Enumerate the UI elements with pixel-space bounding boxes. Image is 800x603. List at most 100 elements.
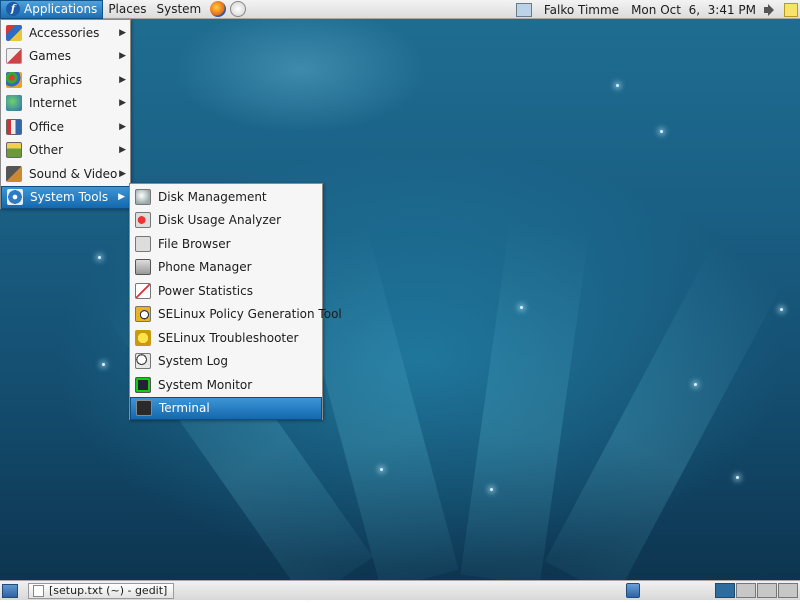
bottom-panel: [setup.txt (~) - gedit] — [0, 580, 800, 600]
menu-item-system-log[interactable]: System Log — [130, 350, 322, 374]
menu-item-label: System Monitor — [158, 377, 253, 392]
show-desktop-icon[interactable] — [2, 583, 18, 598]
menu-item-label: Power Statistics — [158, 283, 253, 298]
internet-icon — [6, 95, 22, 112]
graphics-icon — [6, 71, 22, 88]
menu-item-label: SELinux Policy Generation Tool — [158, 307, 342, 322]
applications-menu: Accessories ▶ Games ▶ Graphics ▶ Interne… — [0, 19, 131, 209]
workspace-1[interactable] — [715, 583, 735, 598]
menu-item-graphics[interactable]: Graphics ▶ — [1, 68, 130, 92]
star-sparkle — [98, 256, 101, 259]
menu-item-label: Other — [29, 143, 64, 158]
menu-item-label: Disk Usage Analyzer — [158, 213, 282, 228]
top-panel: f Applications Places System Falko Timme… — [0, 0, 800, 19]
system-monitor-icon — [135, 376, 151, 393]
power-statistics-icon — [135, 282, 151, 299]
submenu-arrow-icon: ▶ — [119, 27, 126, 38]
file-browser-icon — [135, 235, 151, 252]
star-sparkle — [694, 383, 697, 386]
applications-menu-button[interactable]: f Applications — [0, 0, 104, 19]
user-switcher[interactable]: Falko Timme — [538, 3, 625, 17]
menu-item-games[interactable]: Games ▶ — [1, 45, 130, 69]
submenu-arrow-icon: ▶ — [119, 98, 126, 109]
other-icon — [6, 142, 22, 159]
submenu-arrow-icon: ▶ — [119, 121, 126, 132]
menu-item-label: SELinux Troubleshooter — [158, 330, 299, 345]
terminal-icon — [136, 400, 152, 417]
workspace-3[interactable] — [757, 583, 777, 598]
mail-icon[interactable] — [230, 1, 247, 17]
selinux-troubleshooter-icon — [135, 329, 151, 346]
star-sparkle — [660, 130, 663, 133]
places-menu-label: Places — [108, 2, 147, 16]
menu-item-terminal[interactable]: Terminal — [130, 396, 322, 420]
volume-icon[interactable] — [764, 3, 778, 16]
system-tools-icon — [7, 189, 23, 206]
disk-usage-icon — [135, 212, 151, 229]
star-sparkle — [616, 84, 619, 87]
star-sparkle — [520, 306, 523, 309]
trash-icon[interactable] — [626, 583, 640, 598]
workspace-4[interactable] — [778, 583, 798, 598]
menu-item-internet[interactable]: Internet ▶ — [1, 92, 130, 116]
menu-item-label: System Tools — [30, 190, 109, 205]
menu-item-label: Terminal — [159, 401, 210, 416]
system-tools-submenu: Disk Management Disk Usage Analyzer File… — [129, 183, 342, 420]
notes-icon[interactable] — [784, 2, 798, 17]
submenu-arrow-icon: ▶ — [119, 74, 126, 85]
fedora-logo-icon: f — [6, 2, 20, 16]
taskbar-window-label: [setup.txt (~) - gedit] — [49, 584, 168, 597]
submenu-arrow-icon: ▶ — [119, 145, 126, 156]
menu-item-system-tools[interactable]: System Tools ▶ — [1, 185, 130, 209]
menu-item-label: Office — [29, 119, 65, 134]
system-log-icon — [135, 353, 151, 370]
menu-item-selinux-policy-generation-tool[interactable]: SELinux Policy Generation Tool — [130, 303, 342, 327]
network-icon[interactable] — [515, 2, 532, 17]
menu-item-office[interactable]: Office ▶ — [1, 115, 130, 139]
menu-item-label: Graphics — [29, 72, 82, 87]
menu-item-selinux-troubleshooter[interactable]: SELinux Troubleshooter — [130, 326, 322, 350]
menu-item-sound-video[interactable]: Sound & Video ▶ — [1, 162, 130, 186]
star-sparkle — [102, 363, 105, 366]
menu-item-file-browser[interactable]: File Browser — [130, 232, 322, 256]
submenu-arrow-icon: ▶ — [118, 192, 125, 203]
menu-item-label: System Log — [158, 354, 228, 369]
firefox-icon[interactable] — [210, 1, 227, 17]
phone-icon — [135, 259, 151, 276]
submenu-arrow-icon: ▶ — [119, 51, 126, 62]
submenu-arrow-icon: ▶ — [119, 168, 126, 179]
panel-status-area: Falko Timme Mon Oct 6, 3:41 PM — [515, 0, 800, 19]
menu-item-accessories[interactable]: Accessories ▶ — [1, 21, 130, 45]
menu-item-phone-manager[interactable]: Phone Manager — [130, 256, 322, 280]
star-sparkle — [736, 476, 739, 479]
menu-item-label: Internet — [29, 96, 77, 111]
star-sparkle — [380, 468, 383, 471]
taskbar-window-gedit[interactable]: [setup.txt (~) - gedit] — [28, 582, 174, 599]
menu-item-other[interactable]: Other ▶ — [1, 139, 130, 163]
applications-menu-label: Applications — [24, 2, 98, 16]
clock[interactable]: Mon Oct 6, 3:41 PM — [625, 3, 762, 17]
places-menu-button[interactable]: Places — [103, 0, 151, 19]
light-ray — [544, 243, 785, 599]
menu-item-power-statistics[interactable]: Power Statistics — [130, 279, 322, 303]
menu-item-label: Disk Management — [158, 189, 267, 204]
workspace-2[interactable] — [736, 583, 756, 598]
star-sparkle — [780, 308, 783, 311]
games-icon — [6, 48, 22, 65]
office-icon — [6, 118, 22, 135]
sound-video-icon — [6, 165, 22, 182]
text-editor-icon — [33, 584, 44, 597]
menu-item-system-monitor[interactable]: System Monitor — [130, 373, 322, 397]
menu-item-label: Accessories — [29, 25, 100, 40]
menu-item-label: Phone Manager — [158, 260, 252, 275]
menu-item-disk-management[interactable]: Disk Management — [130, 185, 322, 209]
system-menu-button[interactable]: System — [151, 0, 206, 19]
menu-item-label: File Browser — [158, 236, 231, 251]
menu-item-disk-usage-analyzer[interactable]: Disk Usage Analyzer — [130, 209, 322, 233]
menu-item-label: Games — [29, 49, 71, 64]
accessories-icon — [6, 24, 22, 41]
menu-item-label: Sound & Video — [29, 166, 118, 181]
disk-management-icon — [135, 188, 151, 205]
system-menu-label: System — [156, 2, 202, 16]
star-sparkle — [490, 488, 493, 491]
